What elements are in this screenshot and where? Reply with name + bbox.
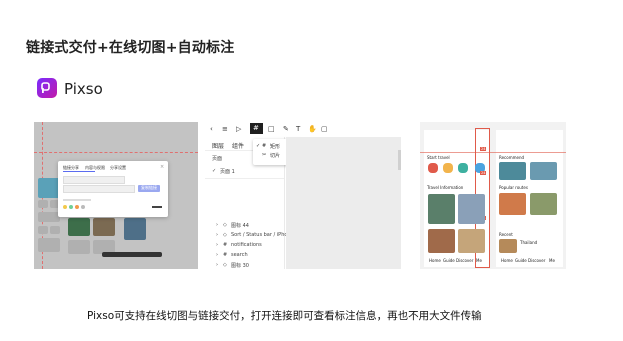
- component-icon: ◇: [223, 232, 227, 238]
- thumbnail: [38, 238, 60, 252]
- feature-caption: Pixso可支持在线切图与链接交付，打开连接即可查看标注信息，再也不用大文件传输: [87, 310, 482, 322]
- photo-card[interactable]: [499, 193, 526, 215]
- tab-guide[interactable]: Guide: [515, 258, 527, 263]
- section-recent: Recent: [499, 232, 513, 237]
- thumbnail: [50, 226, 60, 234]
- primary-action-bar: [102, 252, 162, 257]
- close-icon[interactable]: ×: [160, 164, 164, 170]
- menu-icon[interactable]: ≡: [222, 125, 228, 133]
- avatar: [69, 205, 73, 209]
- photo-card[interactable]: [428, 194, 455, 224]
- thumbnail-image: [124, 218, 146, 240]
- brand-name: Pixso: [64, 80, 103, 98]
- tab-home[interactable]: Home: [501, 258, 513, 263]
- copy-link-label: 复制链接: [141, 185, 157, 190]
- rectangle-icon[interactable]: □: [268, 125, 275, 133]
- tab-discover[interactable]: Discover: [456, 258, 473, 263]
- chevron-right-icon[interactable]: ›: [216, 242, 218, 248]
- annotation-label: 24: [480, 171, 487, 175]
- avatar: [81, 205, 85, 209]
- photo-card[interactable]: [499, 239, 517, 253]
- category-icon[interactable]: [443, 163, 453, 173]
- tab-guide[interactable]: Guide: [443, 258, 455, 263]
- tab-indicator: [63, 171, 95, 172]
- card-title: Thailand: [520, 240, 538, 245]
- guide-line: [34, 152, 198, 153]
- frame-icon[interactable]: #: [253, 124, 259, 132]
- photo-card[interactable]: [530, 162, 557, 180]
- done-link[interactable]: [152, 206, 162, 208]
- photo-card[interactable]: [499, 162, 526, 180]
- frame-icon: #: [223, 242, 228, 248]
- thumbnail: [38, 226, 48, 234]
- component-icon: ◇: [223, 262, 227, 268]
- category-icon[interactable]: [458, 163, 468, 173]
- pen-icon[interactable]: ✎: [283, 125, 289, 133]
- thumbnail: [38, 200, 48, 208]
- thumbnail: [38, 212, 60, 222]
- thumbnail: [68, 240, 90, 254]
- section-start-travel: Start travel: [427, 155, 450, 160]
- canvas-area[interactable]: [286, 137, 401, 269]
- chevron-right-icon[interactable]: ›: [216, 262, 218, 268]
- permission-field[interactable]: [63, 185, 135, 193]
- tab-share-settings[interactable]: 分享设置: [110, 165, 126, 171]
- frame-icon: #: [223, 252, 228, 258]
- slice-icon: ✂: [262, 152, 267, 158]
- chevron-right-icon[interactable]: ›: [216, 252, 218, 258]
- chevron-right-icon[interactable]: ›: [216, 222, 218, 228]
- dropdown-item-slice[interactable]: 切片: [270, 152, 280, 159]
- layer-item[interactable]: search: [231, 252, 248, 258]
- photo-card[interactable]: [428, 229, 455, 253]
- tab-me[interactable]: Me: [476, 258, 482, 263]
- category-icon[interactable]: [428, 163, 438, 173]
- check-icon: ✓: [212, 168, 217, 174]
- avatar: [75, 205, 79, 209]
- comment-icon[interactable]: ▢: [321, 125, 328, 133]
- text-tool-icon[interactable]: T: [296, 125, 300, 133]
- pixso-logo-mark-icon: [41, 82, 50, 93]
- photo-card[interactable]: [458, 229, 485, 253]
- scrollbar[interactable]: [398, 150, 401, 170]
- layer-item[interactable]: 图标 44: [231, 222, 249, 229]
- component-icon: ◇: [223, 222, 227, 228]
- layer-item[interactable]: 图标 30: [231, 262, 249, 269]
- tab-discover[interactable]: Discover: [528, 258, 545, 263]
- tab-components[interactable]: 组件: [232, 141, 244, 150]
- thumbnail-image: [38, 178, 60, 198]
- layer-item[interactable]: notifications: [231, 242, 262, 248]
- tab-home[interactable]: Home: [429, 258, 441, 263]
- section-travel-info: Travel Information: [427, 185, 464, 190]
- measure-line: [420, 152, 566, 153]
- photo-card[interactable]: [458, 194, 485, 224]
- page-heading: 链接式交付+在线切图+自动标注: [26, 40, 235, 56]
- divider: [205, 178, 285, 179]
- text-line: [63, 199, 91, 201]
- page-item-selected[interactable]: 页面 1: [220, 168, 235, 175]
- layer-item[interactable]: Sort / Status bar / iPhone: [231, 232, 294, 238]
- back-icon[interactable]: ‹: [210, 125, 213, 133]
- pages-label: 页面: [212, 156, 223, 162]
- link-field[interactable]: [63, 176, 125, 184]
- dropdown-item-rectangle[interactable]: 矩形: [270, 143, 280, 150]
- hand-tool-icon[interactable]: ✋: [308, 125, 317, 133]
- thumbnail-image: [68, 218, 90, 236]
- tab-layers[interactable]: 图层: [212, 141, 224, 150]
- section-recommend: Recommend: [499, 155, 525, 160]
- annotation-label: 24: [480, 147, 487, 151]
- avatar: [63, 205, 67, 209]
- frame-icon: #: [262, 143, 267, 149]
- section-popular-routes: Popular routes: [499, 185, 528, 190]
- photo-card[interactable]: [530, 193, 557, 215]
- dropdown-check-icon: ✓: [256, 143, 261, 149]
- thumbnail-image: [93, 218, 115, 236]
- tab-me[interactable]: Me: [549, 258, 555, 263]
- move-tool-icon[interactable]: ▷: [236, 125, 241, 133]
- chevron-right-icon[interactable]: ›: [216, 232, 218, 238]
